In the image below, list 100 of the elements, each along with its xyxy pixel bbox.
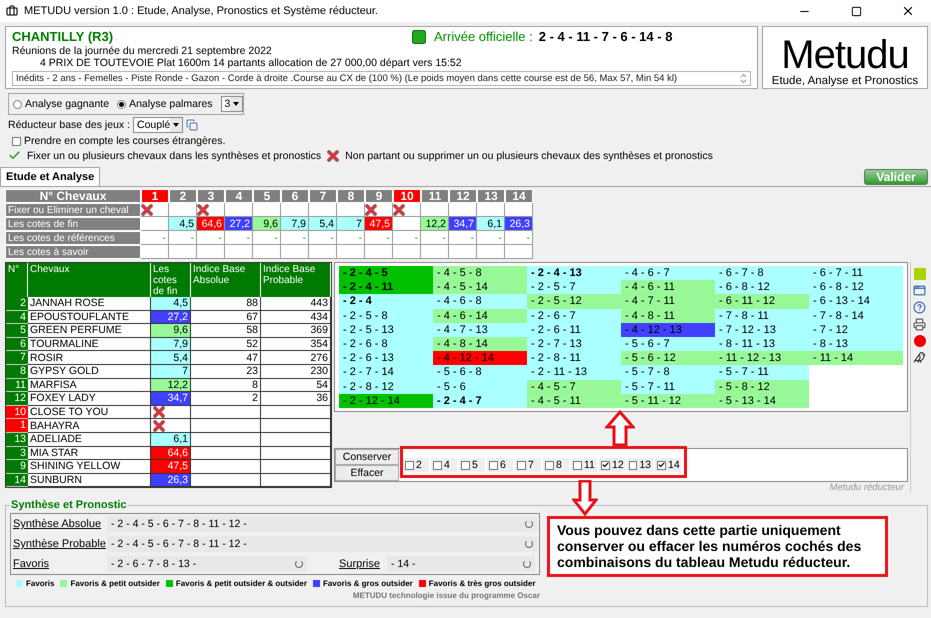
combination-cell: - 2 - 6 - 7 [527,308,621,323]
combination-cell: - 5 - 7 - 11 [621,380,715,394]
number-checkbox[interactable]: 12 [599,458,625,472]
grid-cell[interactable] [393,203,421,217]
table-cell: 54 [261,378,331,392]
stop-icon[interactable] [914,335,926,347]
combination-cell: - 2 - 6 - 13 [339,351,433,366]
foreign-races-checkbox[interactable]: Prendre en compte les courses étrangères. [12,135,226,147]
number-checkbox[interactable]: 8 [543,458,569,472]
combination-cell: - 8 - 13 [809,336,903,352]
odds-cell: 7 [151,364,191,379]
horse-name: EPOUSTOUFLANTE [28,310,151,324]
logo-title: Metudu [781,35,909,75]
number-checkbox[interactable]: 14 [655,458,681,472]
combination-cell: - 5 - 6 - 7 [621,336,715,352]
legend-item: Favoris & très gros outsider [418,579,536,588]
maximize-icon[interactable] [850,6,862,16]
grid-cell[interactable] [337,203,365,217]
grid-cell[interactable] [365,203,393,217]
table-cell: 23 [191,364,261,379]
horse-number: 10 [393,189,421,203]
grid-cell [253,245,281,259]
reducer-select[interactable]: Couplé [133,117,183,133]
reducer-button[interactable]: Conserver [335,449,399,465]
number-checkbox[interactable]: 5 [459,458,485,472]
combination-cell: - 6 - 7 - 8 [715,266,809,280]
grid-cell[interactable] [449,203,477,217]
arrival-result: 2 - 4 - 11 - 7 - 6 - 14 - 8 [538,29,672,44]
combination-cell: - 2 - 4 - 11 [339,280,433,294]
horse-number: 5 [6,324,28,338]
odds-cell: 34,7 [151,392,191,406]
help-icon[interactable] [913,301,926,314]
table-cell: 369 [261,324,331,338]
favoris-link[interactable]: Favoris [13,558,105,570]
surprise-link[interactable]: Surprise [339,558,385,570]
close-icon[interactable] [901,4,915,18]
grid-cell [281,245,309,259]
analysis-radio[interactable]: Analyse palmares [117,98,213,110]
analysis-radio[interactable]: Analyse gagnante [13,98,110,110]
horse-number: 2 [6,297,28,311]
number-checkbox[interactable]: 11 [571,458,597,472]
grid-cell [393,245,421,259]
synthesis-link[interactable]: Synthèse Probable [13,538,105,550]
bird-icon[interactable] [913,351,926,364]
reference-cell: - [141,231,169,245]
odds-cell: 64,6 [197,217,225,231]
count-select[interactable]: 3 [220,96,244,112]
table-cell: 8 [191,378,261,392]
horse-number: 2 [169,189,197,203]
scroll-arrows-icon[interactable] [740,73,747,84]
grid-cell[interactable] [309,203,337,217]
number-checkbox[interactable]: 4 [431,458,457,472]
odds-cell: 27,2 [225,217,253,231]
tab[interactable]: Etude et Analyse [0,167,100,186]
grid-cell[interactable] [225,203,253,217]
venue-title: CHANTILLY (R3) [12,29,114,44]
odds-cell: 5,4 [151,351,191,365]
legend-item: Favoris & petit outsider [60,579,160,588]
table-cell: 443 [261,297,331,311]
number-checkbox[interactable]: 13 [627,458,653,472]
window-icon[interactable] [913,284,926,297]
combination-cell: - 6 - 7 - 11 [809,266,903,280]
grid-cell[interactable] [421,203,449,217]
synthesis-link[interactable]: Synthèse Absolue [13,518,105,530]
number-checkbox[interactable]: 7 [515,458,541,472]
grid-cell[interactable] [505,203,533,217]
number-checkbox[interactable]: 2 [403,458,429,472]
reducer-button[interactable]: Effacer [335,465,399,481]
horse-name: JANNAH ROSE [28,297,151,311]
row-label: Fixer ou Eliminer un cheval [5,203,141,217]
column-header: Chevaux [28,263,151,297]
table-cell: 47 [191,351,261,365]
copy-icon[interactable] [186,119,198,131]
horse-name: BAHAYRA [28,419,151,433]
printer-icon[interactable] [913,318,926,331]
grid-cell[interactable] [253,203,281,217]
combination-cell: - 2 - 4 - 7 [433,394,527,408]
grid-cell[interactable] [197,203,225,217]
grid-cell[interactable] [141,203,169,217]
table-cell [191,446,261,460]
remove-hint: Non partant ou supprimer un ou plusieurs chevaux des synthèses et pronostics [345,150,713,162]
column-header: Indice Base Absolue [191,263,261,297]
grid-cell[interactable] [477,203,505,217]
horse-number: 14 [505,189,533,203]
horse-number: 13 [6,432,28,447]
legend-item: Favoris & petit outsider & outsider [166,579,307,588]
favoris-field: - 2 - 6 - 7 - 8 - 13 - [107,556,307,572]
grid-cell[interactable] [169,203,197,217]
combination-cell: - 7 - 12 [809,322,903,337]
number-checkbox[interactable]: 6 [487,458,513,472]
horse-number: 14 [6,474,28,488]
horse-name: FOXEY LADY [28,392,151,406]
combination-cell: - 5 - 6 [433,380,527,394]
table-cell: 354 [261,338,331,352]
grid-cell[interactable] [281,203,309,217]
combination-cell: - 4 - 12 - 14 [433,351,527,366]
cross-icon [197,204,209,216]
grid-cell [141,245,169,259]
odds-cell: 7,9 [281,217,309,231]
odds-cell: 4,5 [169,217,197,231]
